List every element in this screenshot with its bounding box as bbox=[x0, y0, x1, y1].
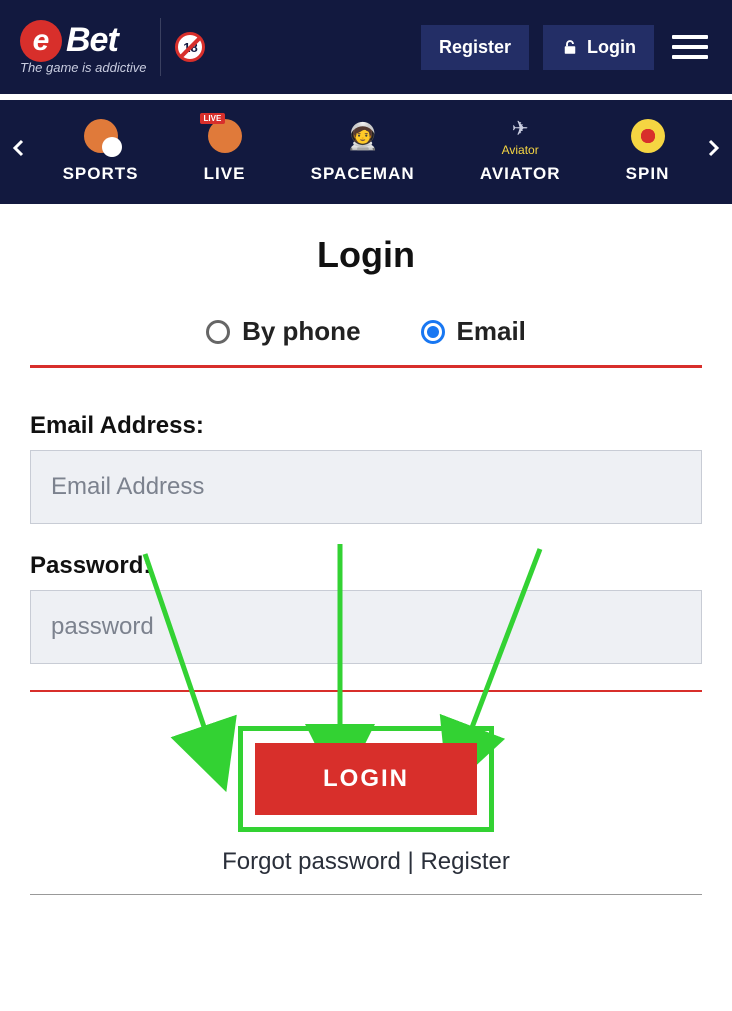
brand-logo[interactable]: e Bet The game is addictive bbox=[20, 20, 146, 75]
nav-item-aviator[interactable]: ✈︎Aviator AVIATOR bbox=[480, 116, 561, 184]
hamburger-line-icon bbox=[672, 35, 708, 39]
hamburger-line-icon bbox=[672, 55, 708, 59]
age-restriction-icon: 18 bbox=[175, 32, 205, 62]
spaceman-icon: 🧑‍🚀 bbox=[346, 119, 380, 153]
logo-area: e Bet The game is addictive 18 bbox=[20, 18, 407, 76]
hamburger-line-icon bbox=[672, 45, 708, 49]
sports-icon bbox=[84, 119, 118, 153]
nav-label: AVIATOR bbox=[480, 164, 561, 184]
email-field[interactable] bbox=[30, 450, 702, 524]
nav-next-button[interactable] bbox=[702, 139, 726, 162]
nav-item-live[interactable]: LIVE LIVE bbox=[204, 116, 246, 184]
spin-wheel-icon bbox=[631, 119, 665, 153]
nav-label: LIVE bbox=[204, 164, 246, 184]
password-label: Password: bbox=[30, 552, 702, 580]
live-icon: LIVE bbox=[208, 119, 242, 153]
radio-selected-icon bbox=[421, 320, 445, 344]
nav-prev-button[interactable] bbox=[6, 139, 30, 162]
category-nav: SPORTS LIVE LIVE 🧑‍🚀 SPACEMAN ✈︎Aviator … bbox=[0, 94, 732, 204]
password-field[interactable] bbox=[30, 590, 702, 664]
annotation-highlight-box: LOGIN bbox=[238, 726, 494, 832]
tab-by-phone[interactable]: By phone bbox=[206, 316, 360, 347]
register-button[interactable]: Register bbox=[421, 25, 529, 70]
auth-links: Forgot password | Register bbox=[30, 848, 702, 876]
nav-label: SPIN bbox=[626, 164, 670, 184]
register-link[interactable]: Register bbox=[420, 848, 509, 875]
chevron-left-icon bbox=[12, 139, 24, 157]
login-submit-button[interactable]: LOGIN bbox=[255, 743, 477, 815]
page-title: Login bbox=[30, 234, 702, 276]
links-separator: | bbox=[401, 848, 421, 875]
tab-label: By phone bbox=[242, 316, 360, 347]
aviator-icon: ✈︎Aviator bbox=[502, 116, 539, 157]
menu-button[interactable] bbox=[668, 29, 712, 65]
logo-word: Bet bbox=[66, 21, 118, 60]
login-mode-tabs: By phone Email bbox=[30, 316, 702, 368]
login-page: Login By phone Email Email Address: Pass… bbox=[0, 204, 732, 905]
nav-label: SPORTS bbox=[63, 164, 139, 184]
app-header: e Bet The game is addictive 18 Register … bbox=[0, 0, 732, 94]
logo-e-icon: e bbox=[20, 20, 62, 62]
logo-divider bbox=[160, 18, 161, 76]
login-button-header[interactable]: Login bbox=[543, 25, 654, 70]
forgot-password-link[interactable]: Forgot password bbox=[222, 848, 401, 875]
footer-divider bbox=[30, 894, 702, 895]
logo-tagline: The game is addictive bbox=[20, 60, 146, 75]
login-form: Email Address: Password: bbox=[30, 412, 702, 692]
radio-unselected-icon bbox=[206, 320, 230, 344]
nav-item-sports[interactable]: SPORTS bbox=[63, 116, 139, 184]
unlock-icon bbox=[561, 38, 579, 56]
email-label: Email Address: bbox=[30, 412, 702, 440]
nav-item-spaceman[interactable]: 🧑‍🚀 SPACEMAN bbox=[311, 116, 415, 184]
nav-label: SPACEMAN bbox=[311, 164, 415, 184]
chevron-right-icon bbox=[708, 139, 720, 157]
tab-label: Email bbox=[457, 316, 526, 347]
tab-email[interactable]: Email bbox=[421, 316, 526, 347]
live-tag-badge: LIVE bbox=[200, 113, 226, 124]
login-button-header-label: Login bbox=[587, 37, 636, 58]
nav-item-spin[interactable]: SPIN bbox=[626, 116, 670, 184]
